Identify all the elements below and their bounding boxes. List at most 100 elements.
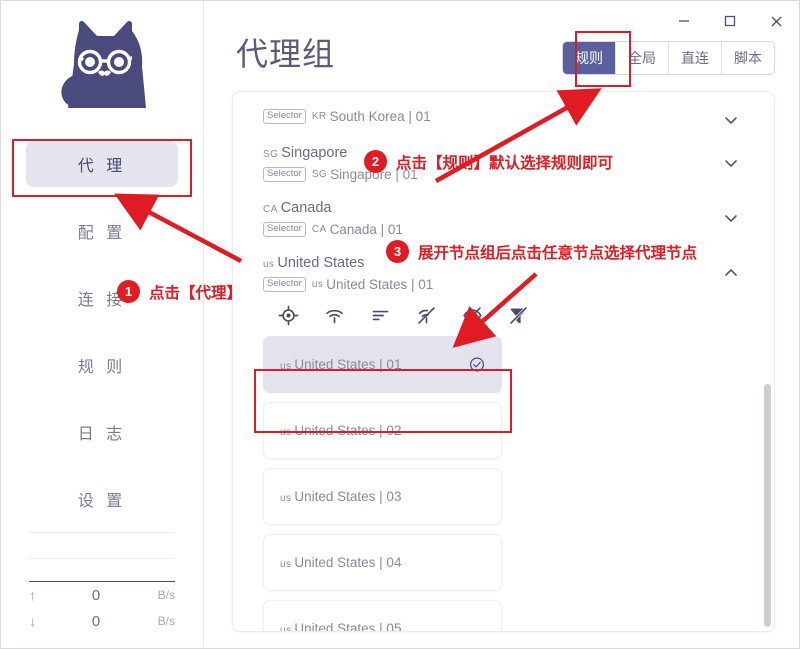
group-title: CA Canada: [263, 199, 740, 219]
app-window: 代 理 配 置 连 接 规 则 日 志 设 置 ↑ 0 B/s ↓ 0 B/s …: [0, 0, 800, 649]
tab-script[interactable]: 脚本: [721, 42, 774, 74]
maximize-icon: [723, 14, 737, 28]
sort-icon[interactable]: [369, 304, 391, 326]
selector-badge: Selector: [263, 222, 306, 237]
proxy-group-south-korea[interactable]: Selector KR South Korea | 01: [233, 98, 774, 136]
country-code: us: [311, 279, 324, 290]
eye-off-icon[interactable]: [461, 304, 483, 326]
app-logo: [42, 17, 162, 123]
upload-unit: B/s: [157, 588, 175, 602]
maximize-button[interactable]: [707, 1, 753, 41]
upload-value: 0: [91, 586, 101, 604]
group-header[interactable]: Selector KR South Korea | 01: [263, 107, 740, 127]
tab-direct[interactable]: 直连: [668, 42, 721, 74]
proxy-groups-scroll[interactable]: Selector KR South Korea | 01 SG Singapore: [233, 92, 774, 631]
country-code: CA: [263, 204, 278, 215]
close-button[interactable]: [753, 1, 799, 41]
selector-badge: Selector: [263, 167, 306, 182]
traffic-download-row: ↓ 0 B/s: [29, 608, 175, 634]
sidebar-item-label: 连 接: [77, 292, 127, 309]
sidebar-item-label: 规 则: [77, 359, 127, 376]
group-selected-line: Selector KR South Korea | 01: [263, 107, 740, 126]
close-icon: [769, 14, 784, 29]
sidebar-item-logs[interactable]: 日 志: [26, 409, 178, 455]
speedtest-icon[interactable]: [323, 304, 345, 326]
sidebar-item-rules[interactable]: 规 则: [26, 342, 178, 388]
arrow-down-icon: ↓: [29, 613, 36, 629]
page-title: 代理组: [236, 36, 336, 72]
chevron-down-icon[interactable]: [722, 154, 740, 172]
sidebar: 代 理 配 置 连 接 规 则 日 志 设 置 ↑ 0 B/s ↓ 0 B/s: [1, 1, 204, 648]
minimize-icon: [677, 14, 691, 28]
group-selected-line: Selector SG Singapore | 01: [263, 165, 740, 184]
filter-off-icon[interactable]: [507, 304, 529, 326]
chevron-down-icon[interactable]: [722, 111, 740, 129]
node-name: United States | 05: [294, 621, 402, 631]
download-unit: B/s: [157, 614, 175, 628]
sidebar-item-profiles[interactable]: 配 置: [26, 208, 178, 254]
cat-logo-icon: [43, 16, 161, 125]
arrow-up-icon: ↑: [29, 587, 36, 603]
sidebar-item-label: 设 置: [77, 493, 127, 510]
node-name: United States | 04: [294, 555, 402, 570]
panel-scrollbar[interactable]: [764, 384, 771, 627]
minimize-button[interactable]: [661, 1, 707, 41]
highlight-mode-rule: [575, 31, 631, 87]
node-card[interactable]: us United States | 04: [263, 534, 502, 591]
country-code: SG: [311, 169, 328, 180]
group-selected-line: Selector us United States | 01: [263, 275, 740, 294]
tab-label: 直连: [681, 50, 709, 66]
group-header[interactable]: us United States Selector us United State…: [263, 254, 740, 294]
chart-gridline: [29, 532, 175, 533]
signal-off-icon[interactable]: [415, 304, 437, 326]
chart-gridline: [29, 558, 175, 559]
window-controls: [661, 1, 799, 41]
sidebar-nav: 代 理 配 置 连 接 规 则 日 志 设 置: [1, 141, 203, 543]
group-selected-node: Canada | 01: [329, 222, 403, 237]
selector-badge: Selector: [263, 109, 306, 124]
node-card[interactable]: us United States | 05: [263, 600, 502, 631]
chevron-up-icon[interactable]: [722, 264, 740, 282]
country-code: us: [280, 559, 292, 570]
group-name: Singapore: [281, 145, 348, 161]
highlight-selected-node: [254, 369, 512, 433]
group-toolbar: [263, 294, 740, 334]
sidebar-item-settings[interactable]: 设 置: [26, 476, 178, 522]
country-code: KR: [311, 111, 327, 122]
group-name: Canada: [280, 200, 332, 216]
sidebar-item-label: 日 志: [77, 426, 127, 443]
group-title: SG Singapore: [263, 144, 740, 164]
proxy-groups-panel: Selector KR South Korea | 01 SG Singapore: [232, 91, 775, 632]
country-code: us: [280, 625, 292, 631]
node-label: us United States | 04: [280, 555, 485, 570]
group-header[interactable]: CA Canada Selector CA Canada | 01: [263, 199, 740, 239]
proxy-group-canada[interactable]: CA Canada Selector CA Canada | 01: [233, 191, 774, 246]
node-label: us United States | 05: [280, 621, 485, 631]
download-value: 0: [91, 612, 101, 630]
country-code: us: [263, 259, 275, 270]
sidebar-item-label: 配 置: [77, 225, 127, 242]
node-label: us United States | 03: [280, 489, 485, 504]
country-code: SG: [263, 149, 279, 160]
main-content: 代理组 规则 全局 直连 脚本 Selector KR South Korea …: [204, 1, 799, 648]
sidebar-item-connections[interactable]: 连 接: [26, 275, 178, 321]
group-selected-node: South Korea | 01: [329, 109, 431, 124]
chevron-down-icon[interactable]: [722, 209, 740, 227]
traffic-chart: [29, 520, 175, 582]
highlight-sidebar-proxy: [12, 139, 192, 197]
country-code: us: [280, 493, 292, 504]
locate-icon[interactable]: [277, 304, 299, 326]
country-code: CA: [311, 224, 327, 235]
tab-label: 全局: [628, 50, 656, 66]
proxy-group-singapore[interactable]: SG Singapore Selector SG Singapore | 01: [233, 136, 774, 191]
group-header[interactable]: SG Singapore Selector SG Singapore | 01: [263, 144, 740, 184]
proxy-group-united-states[interactable]: us United States Selector us United State…: [233, 246, 774, 631]
group-selected-node: Singapore | 01: [330, 167, 418, 182]
group-selected-node: United States | 01: [326, 277, 434, 292]
traffic-upload-row: ↑ 0 B/s: [29, 582, 175, 608]
group-selected-line: Selector CA Canada | 01: [263, 220, 740, 239]
tab-label: 脚本: [734, 50, 762, 66]
node-card[interactable]: us United States | 03: [263, 468, 502, 525]
group-name: United States: [277, 255, 365, 271]
traffic-widget: ↑ 0 B/s ↓ 0 B/s: [29, 520, 175, 634]
